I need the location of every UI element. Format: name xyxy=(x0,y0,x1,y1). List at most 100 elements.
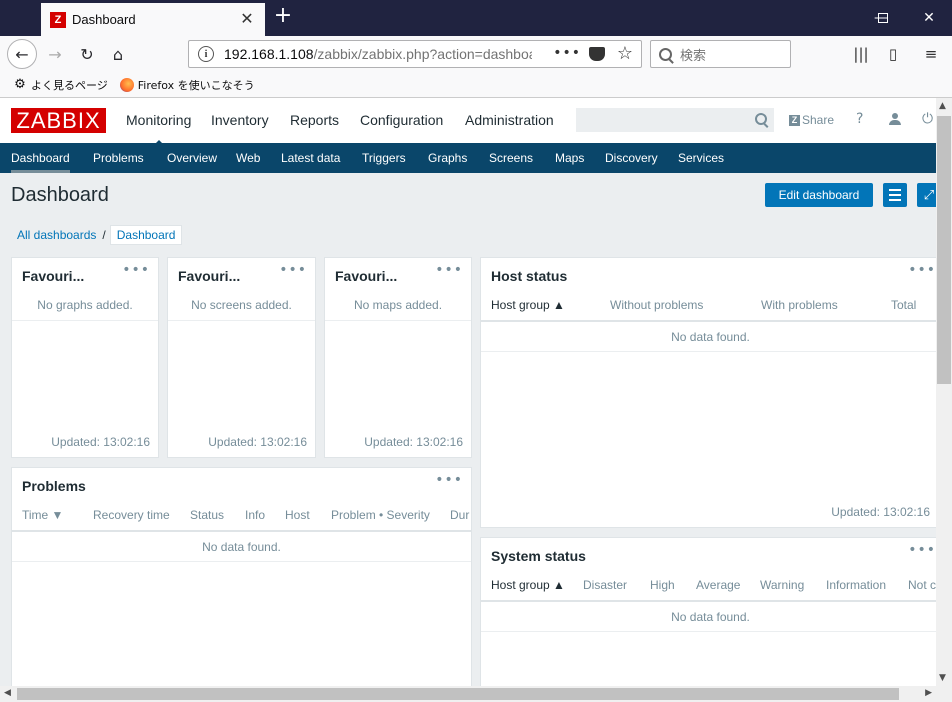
breadcrumb-all-dashboards[interactable]: All dashboards xyxy=(11,228,102,242)
horizontal-scrollbar[interactable]: ◀ ▶ xyxy=(0,686,936,702)
tab-close-icon[interactable]: ✕ xyxy=(237,9,257,29)
submenu-discovery[interactable]: Discovery xyxy=(605,143,658,173)
submenu-triggers[interactable]: Triggers xyxy=(362,143,406,173)
menu-configuration[interactable]: Configuration xyxy=(360,112,443,128)
submenu-overview[interactable]: Overview xyxy=(167,143,217,173)
horizontal-scroll-thumb[interactable] xyxy=(17,688,899,700)
vertical-scrollbar[interactable]: ▲ ▼ xyxy=(936,98,952,686)
widget-message: No graphs added. xyxy=(37,298,133,312)
page-title: Dashboard xyxy=(11,184,109,206)
bookmark-most-visited[interactable]: ⚙ よく見るページ xyxy=(13,77,108,93)
widget-divider xyxy=(325,320,471,321)
hamburger-menu-icon[interactable]: ≡ xyxy=(921,44,941,64)
widget-divider xyxy=(168,320,315,321)
submenu-dashboard[interactable]: Dashboard xyxy=(11,143,70,173)
share-link[interactable]: Z Share xyxy=(789,113,834,127)
reload-button[interactable]: ↻ xyxy=(73,40,101,68)
submenu-graphs[interactable]: Graphs xyxy=(428,143,467,173)
column-without-problems: Without problems xyxy=(610,298,704,312)
scroll-left-icon[interactable]: ◀ xyxy=(4,688,11,698)
forward-button[interactable]: → xyxy=(41,40,69,68)
bookmark-firefox[interactable]: Firefox を使いこなそう xyxy=(119,77,255,93)
breadcrumb: All dashboards / Dashboard xyxy=(11,224,183,245)
widget-menu-icon[interactable]: ••• xyxy=(908,262,936,278)
widget-system-status: System status ••• Host group ▲ Disaster … xyxy=(480,537,936,686)
submenu-problems[interactable]: Problems xyxy=(93,143,144,173)
column-high: High xyxy=(650,578,675,592)
page-actions-icon[interactable]: ••• xyxy=(553,45,581,61)
new-tab-button[interactable]: + xyxy=(272,5,294,27)
back-button[interactable]: ← xyxy=(7,39,37,69)
top-navigation: ZABBIX Monitoring Inventory Reports Conf… xyxy=(0,98,936,146)
scroll-up-icon[interactable]: ▲ xyxy=(939,101,946,111)
zabbix-page: ZABBIX Monitoring Inventory Reports Conf… xyxy=(0,98,936,686)
menu-reports[interactable]: Reports xyxy=(290,112,339,128)
user-profile-icon[interactable] xyxy=(889,113,901,125)
search-icon[interactable] xyxy=(755,113,767,125)
browser-search-input[interactable]: 検索 xyxy=(650,40,791,68)
table-header: Time ▼ Recovery time Status Info Host Pr… xyxy=(12,504,471,532)
submenu-services[interactable]: Services xyxy=(678,143,724,173)
menu-inventory[interactable]: Inventory xyxy=(211,112,269,128)
breadcrumb-separator: / xyxy=(102,227,106,242)
menu-monitoring[interactable]: Monitoring xyxy=(126,112,191,146)
edit-dashboard-button[interactable]: Edit dashboard xyxy=(765,183,873,207)
sub-navigation: Dashboard Problems Overview Web Latest d… xyxy=(0,143,936,173)
widget-title: System status xyxy=(491,548,586,564)
column-host-group[interactable]: Host group ▲ xyxy=(491,578,565,592)
zabbix-favicon-icon: Z xyxy=(50,11,66,28)
widget-title: Problems xyxy=(22,478,86,494)
submenu-maps[interactable]: Maps xyxy=(555,143,584,173)
widget-menu-icon[interactable]: ••• xyxy=(122,262,150,278)
sign-out-icon[interactable]: ⏻ xyxy=(922,111,933,127)
widget-message: No screens added. xyxy=(191,298,292,312)
menu-administration[interactable]: Administration xyxy=(465,112,554,128)
maximize-button[interactable] xyxy=(860,0,906,36)
firefox-icon xyxy=(119,77,134,92)
bookmark-star-icon[interactable]: ☆ xyxy=(617,43,633,64)
submenu-web[interactable]: Web xyxy=(236,143,260,173)
widget-menu-icon[interactable]: ••• xyxy=(435,472,463,488)
close-window-button[interactable]: ✕ xyxy=(906,0,952,36)
widget-updated: Updated: 13:02:16 xyxy=(364,435,463,449)
widget-message: No maps added. xyxy=(353,298,443,312)
scroll-right-icon[interactable]: ▶ xyxy=(925,688,932,698)
browser-titlebar: Z Dashboard ✕ + — ✕ xyxy=(0,0,952,36)
widget-menu-icon[interactable]: ••• xyxy=(279,262,307,278)
column-status: Status xyxy=(190,508,225,522)
info-icon[interactable]: i xyxy=(198,46,214,62)
zabbix-share-icon: Z xyxy=(789,114,800,126)
widget-favourite-maps: Favouri... ••• No maps added. Updated: 1… xyxy=(324,257,472,458)
tab-title: Dashboard xyxy=(72,12,136,27)
submenu-screens[interactable]: Screens xyxy=(489,143,533,173)
scroll-down-icon[interactable]: ▼ xyxy=(939,673,946,683)
browser-tab[interactable]: Z Dashboard ✕ xyxy=(41,3,265,36)
breadcrumb-current[interactable]: Dashboard xyxy=(109,224,183,245)
help-icon[interactable]: ? xyxy=(856,111,863,127)
fullscreen-icon[interactable]: ⤢ xyxy=(917,183,936,207)
submenu-latest-data[interactable]: Latest data xyxy=(281,143,340,173)
dashboard-actions-button[interactable] xyxy=(883,183,907,207)
zabbix-logo[interactable]: ZABBIX xyxy=(11,108,106,133)
url-host: 192.168.1.108 xyxy=(224,46,314,62)
scrollbar-corner xyxy=(936,686,952,702)
widget-menu-icon[interactable]: ••• xyxy=(435,262,463,278)
global-search-input[interactable] xyxy=(576,108,774,132)
no-data-row: No data found. xyxy=(481,602,936,632)
column-problem-severity: Problem • Severity xyxy=(331,508,430,522)
column-time[interactable]: Time ▼ xyxy=(22,508,63,522)
widget-menu-icon[interactable]: ••• xyxy=(908,542,936,558)
sidebar-icon[interactable]: ▯ xyxy=(883,44,903,64)
bookmark-label: よく見るページ xyxy=(31,78,108,92)
pocket-icon[interactable] xyxy=(589,47,605,61)
widget-divider xyxy=(12,320,158,321)
share-label: Share xyxy=(802,113,835,127)
url-bar[interactable]: i 192.168.1.108 /zabbix/zabbix.php?actio… xyxy=(188,40,642,68)
vertical-scroll-thumb[interactable] xyxy=(937,116,951,384)
library-icon[interactable]: ||| xyxy=(851,44,871,64)
column-recovery-time: Recovery time xyxy=(93,508,170,522)
url-path: /zabbix/zabbix.php?action=dashboard.view xyxy=(313,46,532,62)
bookmarks-bar: ⚙ よく見るページ Firefox を使いこなそう xyxy=(0,72,952,98)
column-host-group[interactable]: Host group ▲ xyxy=(491,298,565,312)
home-button[interactable]: ⌂ xyxy=(104,40,132,68)
